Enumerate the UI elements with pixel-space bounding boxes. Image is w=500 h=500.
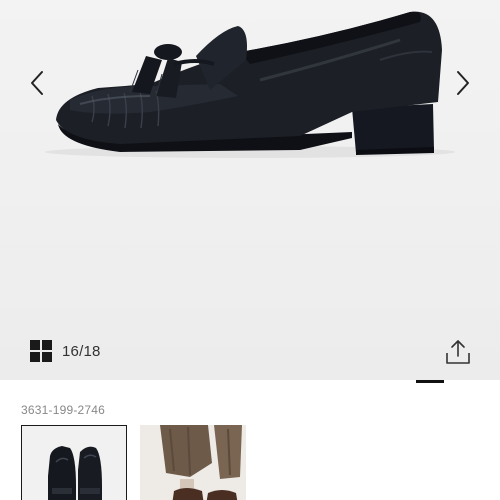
next-image-button[interactable] <box>448 66 478 100</box>
image-counter: 16/18 <box>62 343 101 360</box>
thumbnail-1[interactable] <box>21 425 127 500</box>
share-icon[interactable] <box>444 338 472 366</box>
product-image-gallery[interactable]: 16/18 <box>0 0 500 380</box>
grid-icon[interactable] <box>30 340 52 362</box>
active-image-indicator <box>416 380 444 383</box>
thumbnail-2[interactable] <box>140 425 246 500</box>
thumbnail-image <box>22 426 126 500</box>
chevron-right-icon <box>457 71 469 95</box>
product-main-image <box>45 11 455 158</box>
product-sku: 3631-199-2746 <box>21 403 106 417</box>
previous-image-button[interactable] <box>22 66 52 100</box>
thumbnail-image <box>140 425 246 500</box>
chevron-left-icon <box>31 71 43 95</box>
